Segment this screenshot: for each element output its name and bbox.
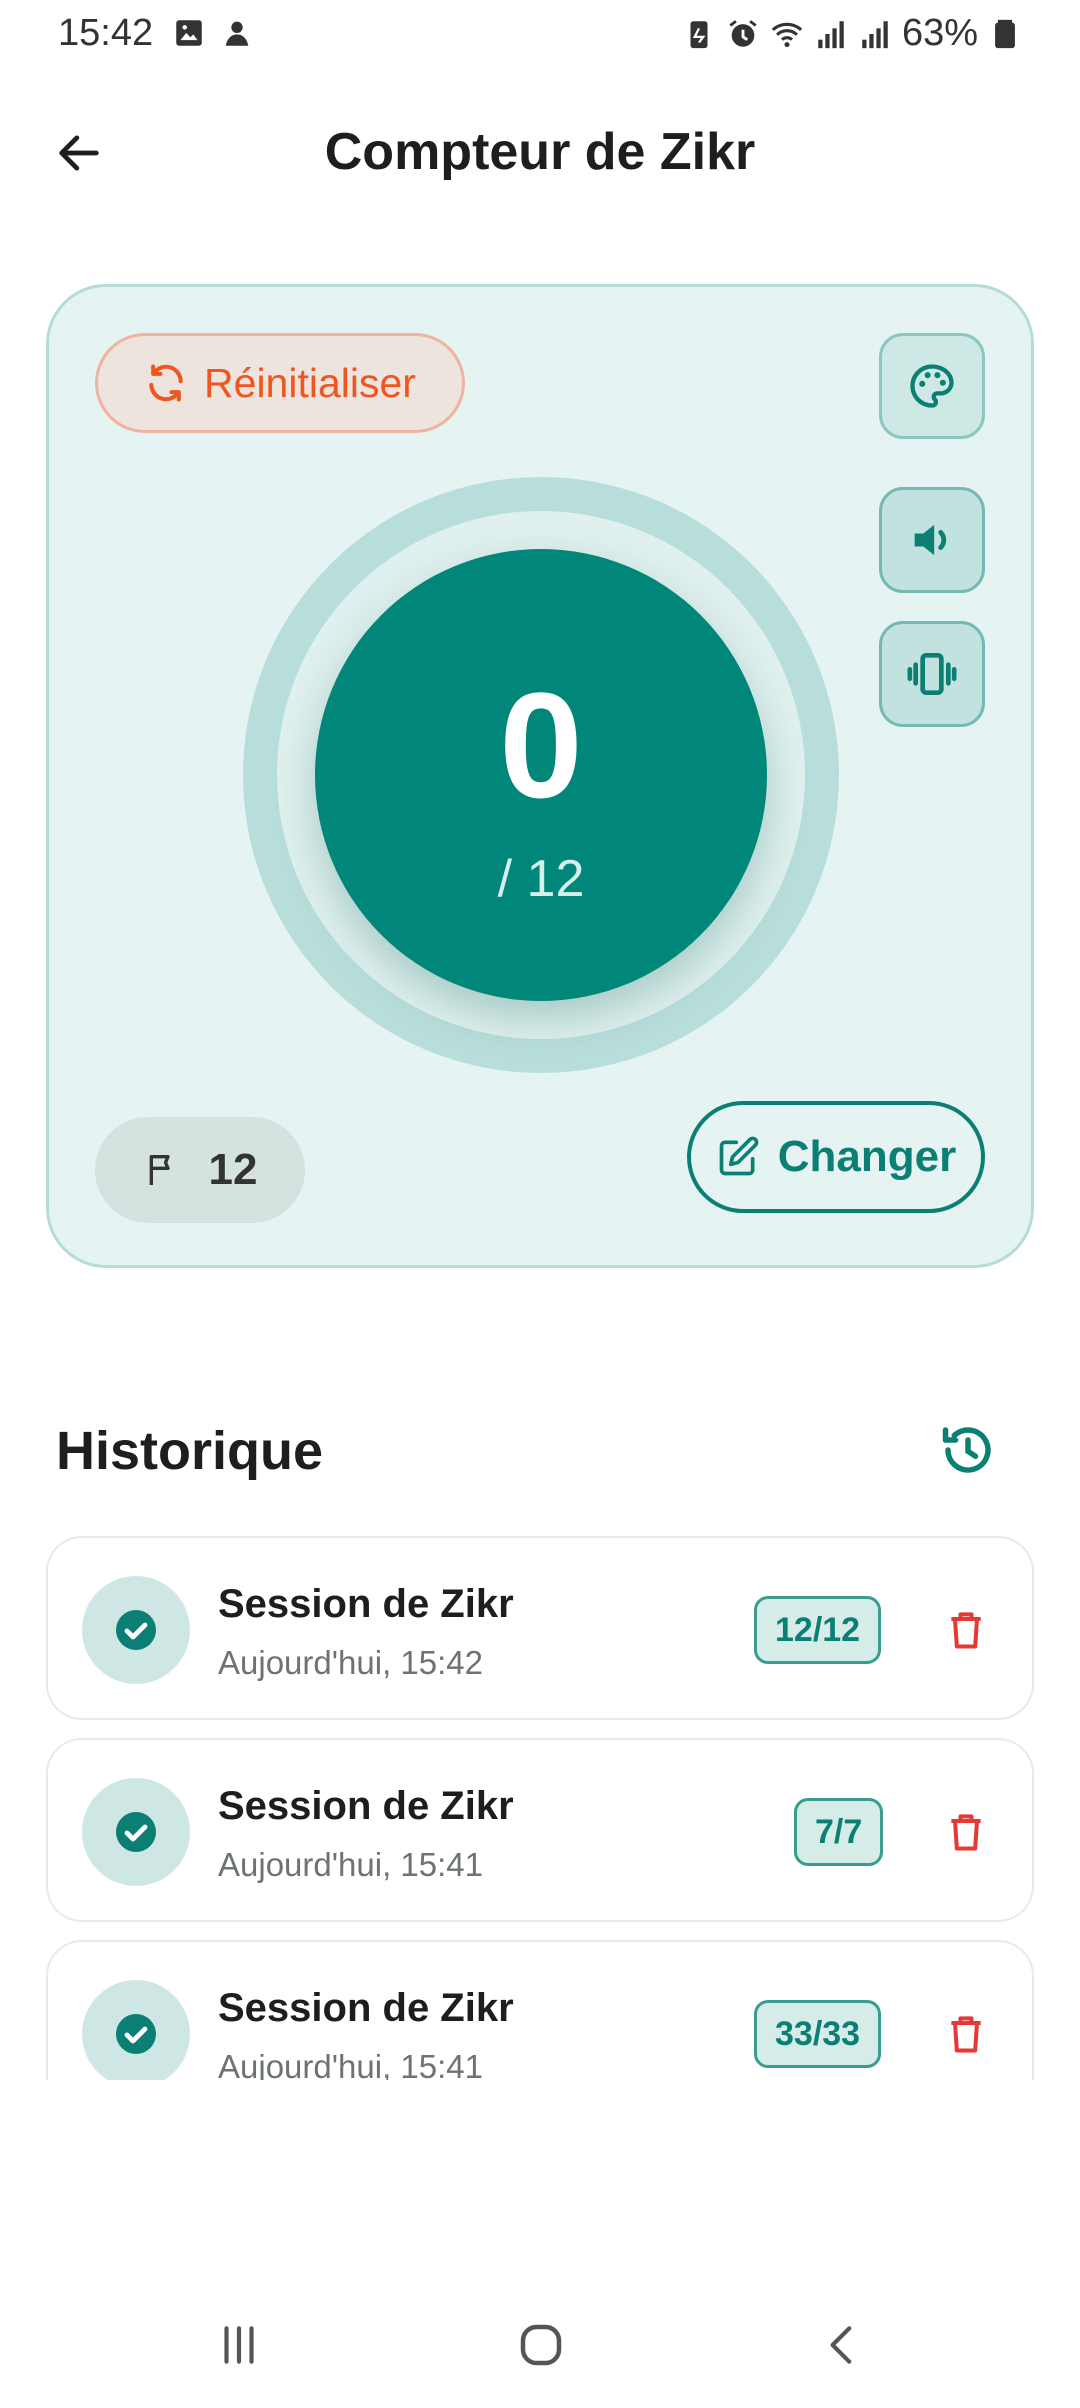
trash-icon [951, 2016, 981, 2053]
signal-icon [862, 20, 888, 48]
signal-icon [818, 20, 844, 48]
count-target: / 12 [497, 850, 585, 908]
recent-apps-button[interactable] [194, 2310, 284, 2380]
status-bar: 15:42 63% [0, 0, 1080, 70]
check-circle-icon [116, 1812, 156, 1852]
delete-button[interactable] [926, 1994, 1006, 2074]
history-title: Historique [56, 1421, 324, 1481]
battery-percent: 63% [901, 12, 978, 54]
reset-label: Réinitialiser [204, 359, 416, 406]
history-list[interactable]: Session de Zikr Aujourd'hui, 15:42 12/12… [0, 1536, 1080, 2080]
check-badge [82, 1778, 190, 1886]
history-button[interactable] [930, 1412, 1006, 1488]
status-time: 15:42 [58, 12, 154, 54]
gallery-icon [176, 20, 202, 46]
app-bar: Compteur de Zikr [0, 100, 1080, 200]
vibration-icon [907, 653, 957, 695]
target-chip-value: 12 [208, 1145, 258, 1194]
recent-apps-icon [224, 2326, 254, 2364]
flag-icon [149, 1155, 170, 1185]
trash-icon [951, 1814, 981, 1851]
change-label: Changer [777, 1132, 957, 1181]
vibration-toggle-button[interactable] [879, 621, 985, 727]
count-value: 0 [499, 661, 583, 829]
system-back-button[interactable] [798, 2310, 888, 2380]
history-item-title: Session de Zikr [218, 1784, 514, 1828]
history-icon [942, 1427, 991, 1473]
sound-toggle-button[interactable] [879, 487, 985, 593]
history-item[interactable]: Session de Zikr Aujourd'hui, 15:41 33/33 [46, 1940, 1034, 2080]
trash-icon [951, 1612, 981, 1649]
check-circle-icon [116, 1610, 156, 1650]
history-item-time: Aujourd'hui, 15:42 [218, 1644, 483, 1681]
history-item[interactable]: Session de Zikr Aujourd'hui, 15:41 7/7 [46, 1738, 1034, 1922]
check-circle-icon [116, 2014, 156, 2054]
counter-ring: 0 / 12 [243, 477, 839, 1073]
change-button[interactable]: Changer [687, 1101, 985, 1213]
target-chip: 12 [95, 1117, 305, 1223]
home-button[interactable] [496, 2310, 586, 2380]
wifi-icon [771, 22, 803, 47]
alarm-icon [729, 19, 757, 47]
history-item[interactable]: Session de Zikr Aujourd'hui, 15:42 12/12 [46, 1536, 1034, 1720]
page-title: Compteur de Zikr [324, 123, 756, 181]
battery-saver-icon [690, 20, 708, 48]
check-badge [82, 1576, 190, 1684]
refresh-icon [149, 364, 183, 402]
counter-ring-inner: 0 / 12 [277, 511, 805, 1039]
delete-button[interactable] [926, 1792, 1006, 1872]
history-item-time: Aujourd'hui, 15:41 [218, 1846, 483, 1883]
reset-button[interactable]: Réinitialiser [95, 333, 465, 433]
check-badge [82, 1980, 190, 2080]
history-item-title: Session de Zikr [218, 1582, 514, 1626]
history-item-count-badge: 12/12 [754, 1596, 882, 1664]
history-item-time: Aujourd'hui, 15:41 [218, 2048, 483, 2080]
battery-icon [995, 19, 1015, 48]
history-item-title: Session de Zikr [218, 1986, 514, 2030]
system-nav-bar [0, 2290, 1080, 2390]
app-notification-icon [225, 21, 249, 46]
theme-button[interactable] [879, 333, 985, 439]
counter-tap-button[interactable]: 0 / 12 [315, 549, 767, 1001]
volume-icon [914, 524, 947, 556]
delete-button[interactable] [926, 1590, 1006, 1670]
palette-icon [910, 364, 954, 408]
back-icon [830, 2326, 852, 2364]
edit-icon [719, 1136, 759, 1176]
home-icon [520, 2324, 562, 2366]
history-item-count-badge: 7/7 [794, 1798, 884, 1866]
history-item-count-badge: 33/33 [754, 2000, 882, 2068]
counter-card: Réinitialiser 0 / 12 12 Changer [46, 284, 1034, 1268]
